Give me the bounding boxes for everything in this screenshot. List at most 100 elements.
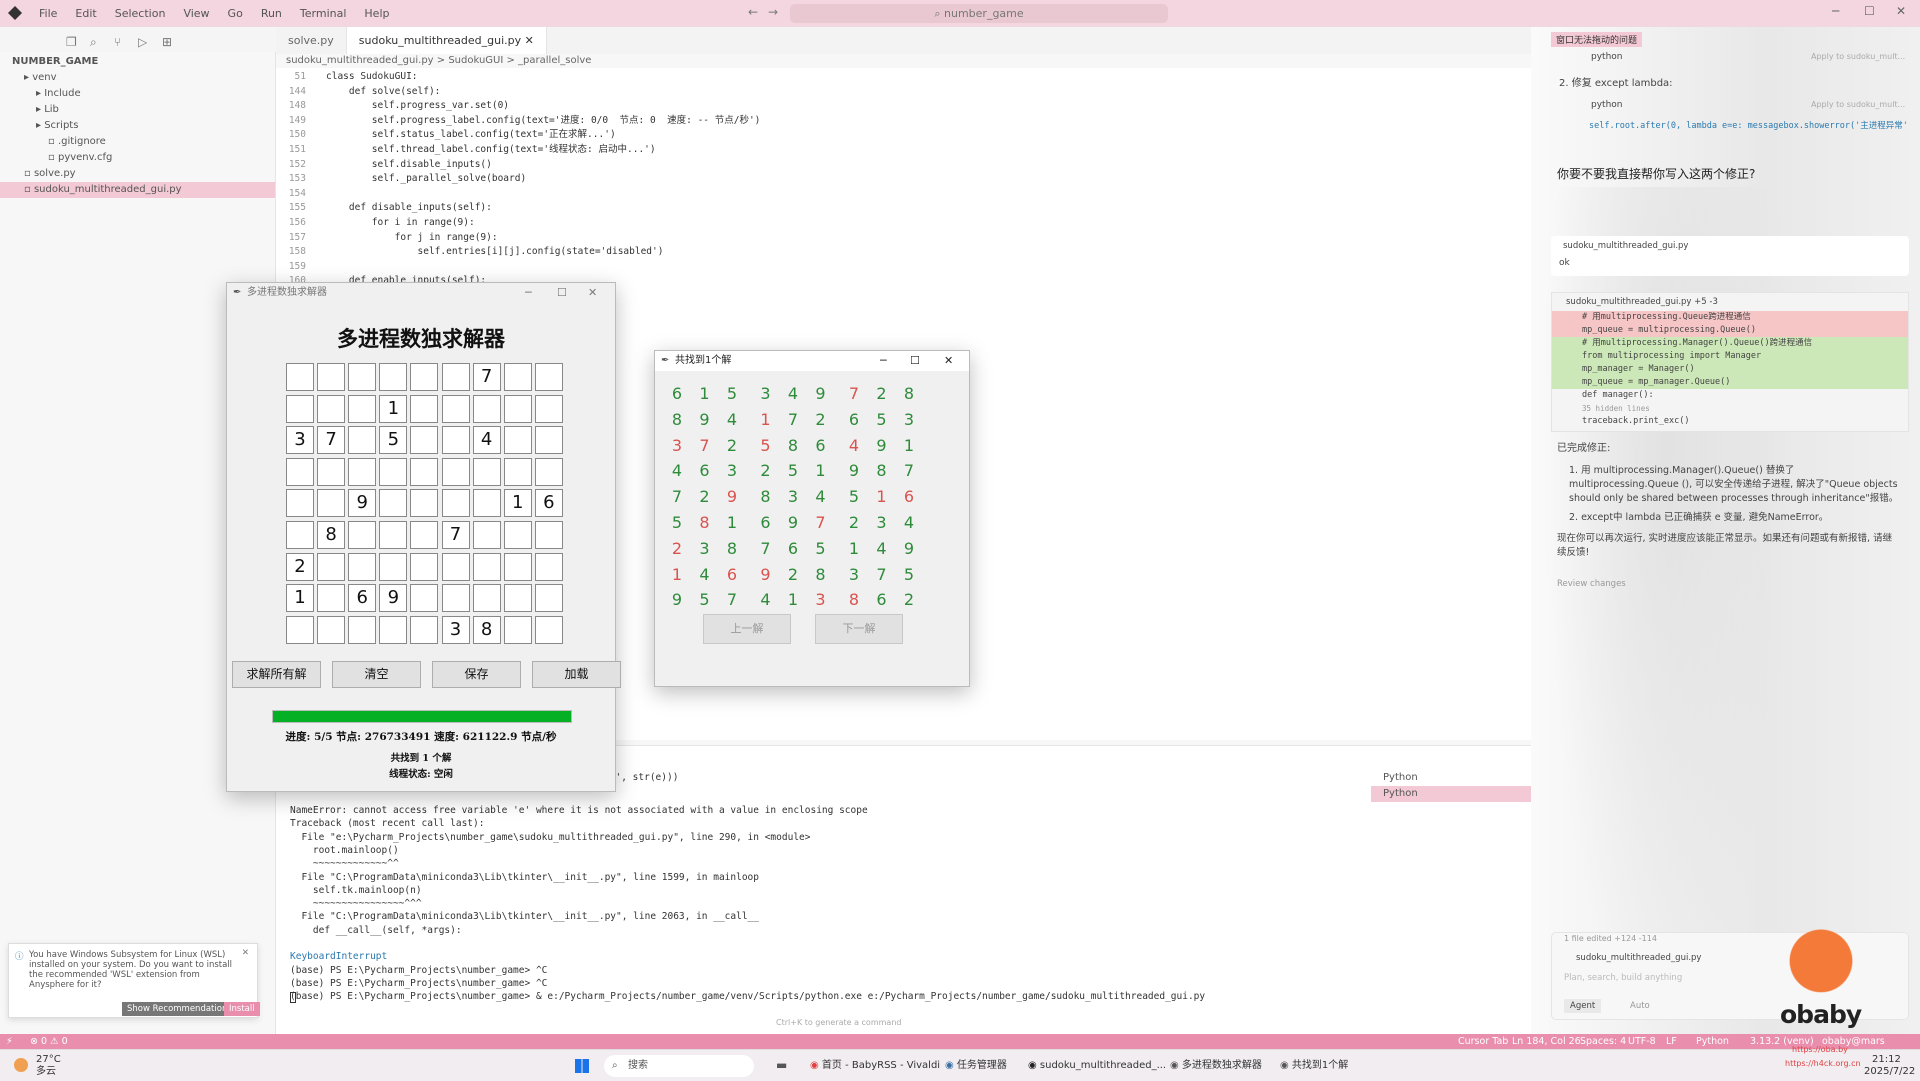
grid-cell[interactable] xyxy=(379,489,408,518)
grid-cell[interactable] xyxy=(317,489,346,518)
grid-cell[interactable] xyxy=(441,363,470,391)
tab-close-icon[interactable]: ✕ xyxy=(521,34,534,47)
grid-cell[interactable]: 9 xyxy=(348,489,377,518)
explorer-item[interactable]: ▸ Include xyxy=(0,86,275,102)
grid-cell[interactable] xyxy=(534,615,563,644)
grid-cell[interactable] xyxy=(534,394,563,423)
agent-mode-select[interactable]: Agent xyxy=(1564,999,1602,1013)
indentation[interactable]: Spaces: 4 xyxy=(1580,1034,1626,1049)
apply-link-1[interactable]: Apply to sudoku_mult... xyxy=(1811,50,1905,64)
grid-cell[interactable] xyxy=(441,457,470,486)
grid-cell[interactable] xyxy=(410,552,439,581)
line-ending[interactable]: LF xyxy=(1666,1034,1677,1049)
forward-arrow-icon[interactable]: → xyxy=(768,5,778,19)
grid-cell[interactable]: 3 xyxy=(286,426,314,455)
review-changes-link[interactable]: Review changes xyxy=(1557,577,1626,591)
grid-cell[interactable] xyxy=(441,394,470,423)
explorer-item[interactable]: ▫ pyvenv.cfg xyxy=(0,150,275,166)
grid-cell[interactable] xyxy=(348,552,377,581)
grid-cell[interactable] xyxy=(534,552,563,581)
grid-cell[interactable] xyxy=(379,363,408,391)
clock-date[interactable]: 2025/7/22 xyxy=(1864,1064,1915,1080)
menu-item-edit[interactable]: Edit xyxy=(66,7,105,20)
menu-item-view[interactable]: View xyxy=(174,7,218,20)
explorer-item[interactable]: ▫ solve.py xyxy=(0,166,275,182)
taskbar-solutions[interactable]: ◉ 共找到1个解 xyxy=(1280,1058,1348,1074)
file-explorer-icon[interactable]: ▬ xyxy=(776,1058,787,1072)
grid-cell[interactable] xyxy=(286,521,314,549)
taskbar-vivaldi[interactable]: ◉ 首页 - BabyRSS - Vivaldi xyxy=(810,1058,940,1074)
menu-item-go[interactable]: Go xyxy=(219,7,252,20)
grid-cell[interactable] xyxy=(348,457,377,486)
menu-item-selection[interactable]: Selection xyxy=(106,7,175,20)
grid-cell[interactable] xyxy=(317,584,346,613)
cursor-tab-status[interactable]: Cursor Tab xyxy=(1458,1034,1508,1049)
explorer-item[interactable]: ▫ .gitignore xyxy=(0,134,275,150)
grid-cell[interactable]: 9 xyxy=(379,584,408,613)
grid-cell[interactable] xyxy=(441,489,470,518)
show-recommendations-button[interactable]: Show Recommendations xyxy=(122,1002,237,1016)
grid-cell[interactable] xyxy=(503,521,532,549)
grid-cell[interactable] xyxy=(534,584,563,613)
grid-cell[interactable] xyxy=(379,521,408,549)
load-button[interactable]: 加载 xyxy=(532,661,621,688)
terminal-instance[interactable]: Python xyxy=(1371,770,1531,786)
user-file-chip[interactable]: sudoku_multithreaded_gui.py xyxy=(1563,239,1688,253)
window-maximize-icon[interactable]: ☐ xyxy=(1864,4,1875,18)
grid-cell[interactable] xyxy=(317,552,346,581)
explorer-item[interactable]: ▸ venv xyxy=(0,70,275,86)
grid-cell[interactable] xyxy=(472,552,501,581)
search-tool-icon[interactable]: ⌕ xyxy=(90,35,104,49)
grid-cell[interactable] xyxy=(503,394,532,423)
prev-solution-button[interactable]: 上一解 xyxy=(703,614,791,644)
grid-cell[interactable] xyxy=(441,552,470,581)
solutions-maximize-icon[interactable]: ☐ xyxy=(910,351,920,371)
grid-cell[interactable] xyxy=(317,615,346,644)
grid-cell[interactable]: 6 xyxy=(348,584,377,613)
encoding[interactable]: UTF-8 xyxy=(1628,1034,1656,1049)
grid-cell[interactable] xyxy=(534,521,563,549)
grid-cell[interactable] xyxy=(503,457,532,486)
window-close-icon[interactable]: ✕ xyxy=(1896,4,1906,18)
input-file-chip[interactable]: sudoku_multithreaded_gui.py xyxy=(1576,951,1701,965)
weather-desc[interactable]: 多云 xyxy=(36,1064,56,1080)
grid-cell[interactable] xyxy=(410,394,439,423)
explorer-item[interactable]: ▸ Lib xyxy=(0,102,275,118)
grid-cell[interactable]: 1 xyxy=(286,584,314,613)
grid-cell[interactable]: 7 xyxy=(441,521,470,549)
explorer-icon[interactable]: ❐ xyxy=(66,35,80,49)
taskbar-vscode[interactable]: ◉ sudoku_multithreaded_... xyxy=(1028,1058,1166,1074)
grid-cell[interactable] xyxy=(348,615,377,644)
language-mode[interactable]: Python xyxy=(1696,1034,1729,1049)
solver-minimize-icon[interactable]: ─ xyxy=(525,283,532,303)
grid-cell[interactable] xyxy=(410,521,439,549)
extensions-icon[interactable]: ⊞ xyxy=(162,35,176,49)
grid-cell[interactable] xyxy=(503,584,532,613)
editor-tab[interactable]: solve.py xyxy=(276,27,347,54)
grid-cell[interactable] xyxy=(348,521,377,549)
grid-cell[interactable]: 5 xyxy=(379,426,408,455)
taskbar-task-manager[interactable]: ◉ 任务管理器 xyxy=(945,1058,1007,1074)
grid-cell[interactable] xyxy=(379,552,408,581)
grid-cell[interactable]: 1 xyxy=(379,394,408,423)
cursor-position[interactable]: Ln 184, Col 26 xyxy=(1512,1034,1581,1049)
solutions-close-icon[interactable]: ✕ xyxy=(944,351,953,371)
grid-cell[interactable]: 4 xyxy=(472,426,501,455)
grid-cell[interactable] xyxy=(348,394,377,423)
grid-cell[interactable] xyxy=(472,489,501,518)
grid-cell[interactable] xyxy=(317,457,346,486)
grid-cell[interactable] xyxy=(286,394,314,423)
grid-cell[interactable] xyxy=(534,457,563,486)
grid-cell[interactable] xyxy=(472,584,501,613)
solutions-minimize-icon[interactable]: ─ xyxy=(880,351,887,371)
terminal-cursor[interactable] xyxy=(290,992,296,1003)
grid-cell[interactable]: 1 xyxy=(503,489,532,518)
explorer-root[interactable]: NUMBER_GAME xyxy=(0,54,275,70)
explorer-item[interactable]: ▫ sudoku_multithreaded_gui.py xyxy=(0,182,275,198)
diff-file[interactable]: sudoku_multithreaded_gui.py +5 -3 xyxy=(1566,295,1718,309)
window-minimize-icon[interactable]: ─ xyxy=(1832,4,1839,18)
grid-cell[interactable]: 3 xyxy=(441,615,470,644)
grid-cell[interactable] xyxy=(286,363,314,391)
grid-cell[interactable] xyxy=(472,394,501,423)
grid-cell[interactable] xyxy=(472,521,501,549)
